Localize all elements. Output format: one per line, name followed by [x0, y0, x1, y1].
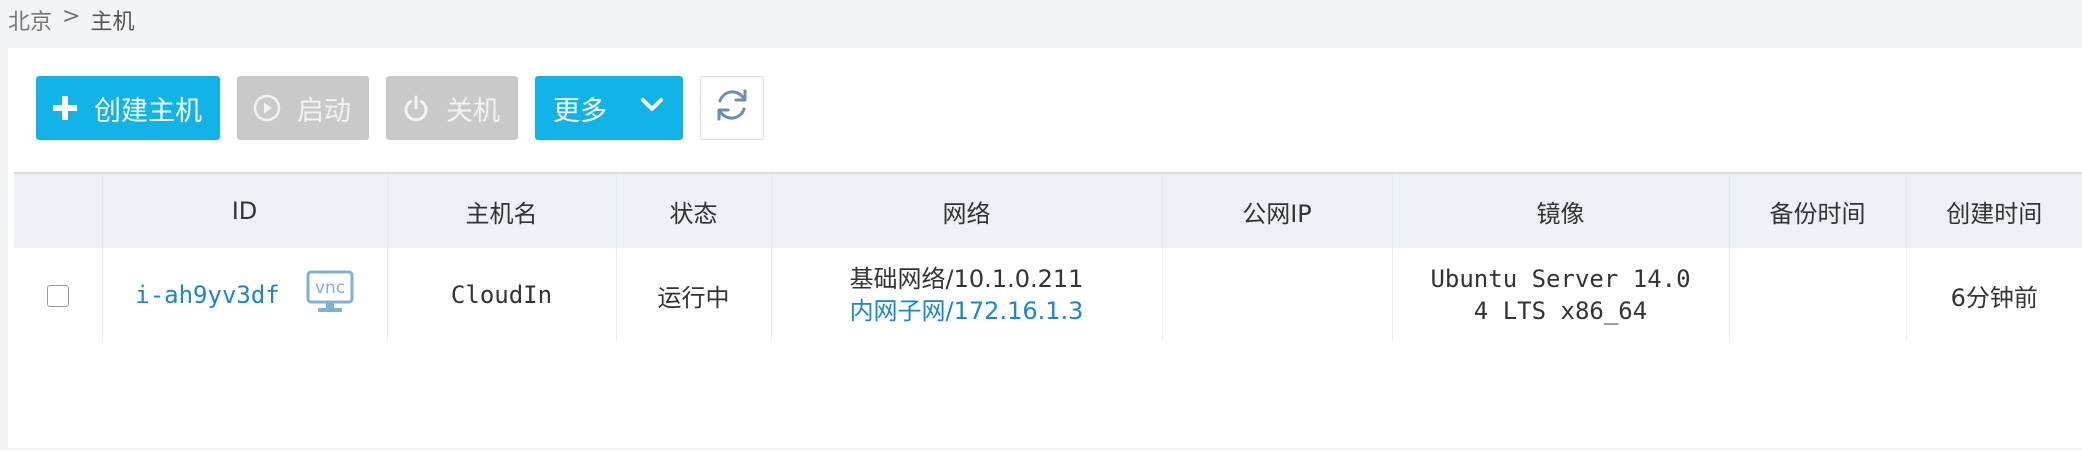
hosts-table: ID 主机名 状态 网络 公网IP 镜像 备份时间 创建时间 i-ah9yv3d…: [14, 172, 2082, 342]
chevron-down-icon: [639, 92, 665, 125]
toolbar: 创建主机 启动 关机 更多: [36, 76, 764, 140]
image-line2: 4 LTS x86_64: [1473, 297, 1648, 325]
header-created-time[interactable]: 创建时间: [1905, 173, 2082, 248]
id-cell: i-ah9yv3df vnc: [101, 248, 387, 342]
image-cell: Ubuntu Server 14.0 4 LTS x86_64: [1391, 248, 1729, 342]
create-host-button[interactable]: 创建主机: [36, 76, 220, 140]
header-id[interactable]: ID: [101, 173, 387, 248]
vnc-icon-label: vnc: [315, 278, 345, 298]
header-image[interactable]: 镜像: [1391, 173, 1729, 248]
network-basic: 基础网络/10.1.0.211: [849, 265, 1084, 293]
power-icon: [402, 94, 430, 122]
table-header-row: ID 主机名 状态 网络 公网IP 镜像 备份时间 创建时间: [14, 173, 2082, 248]
start-label: 启动: [297, 95, 351, 127]
breadcrumb-region[interactable]: 北京: [8, 4, 52, 36]
create-host-label: 创建主机: [94, 95, 202, 127]
refresh-icon: [712, 85, 752, 132]
image-line1: Ubuntu Server 14.0: [1430, 265, 1691, 293]
row-select-cell: [14, 248, 102, 342]
network-private-link[interactable]: 内网子网/172.16.1.3: [773, 295, 1161, 327]
header-network[interactable]: 网络: [770, 173, 1162, 248]
refresh-button[interactable]: [700, 76, 764, 140]
hosts-panel: 创建主机 启动 关机 更多 ID 主机名 状态 网络 公网IP 镜像 备份时间 …: [8, 48, 2082, 448]
network-cell: 基础网络/10.1.0.211 内网子网/172.16.1.3: [770, 248, 1162, 342]
row-checkbox[interactable]: [46, 285, 69, 307]
breadcrumb-current: 主机: [90, 10, 135, 35]
vnc-console-icon[interactable]: vnc: [306, 270, 354, 320]
plus-icon: [52, 95, 78, 121]
breadcrumb-separator: >: [62, 4, 81, 29]
header-hostname[interactable]: 主机名: [386, 173, 616, 248]
header-backup-time[interactable]: 备份时间: [1728, 173, 1906, 248]
header-public-ip[interactable]: 公网IP: [1161, 173, 1392, 248]
shutdown-label: 关机: [446, 95, 500, 127]
start-button[interactable]: 启动: [237, 76, 369, 140]
status-cell: 运行中: [615, 248, 771, 342]
table-row[interactable]: i-ah9yv3df vnc CloudIn 运行中 基础网络/10.1.0.2…: [14, 248, 2082, 342]
header-status[interactable]: 状态: [615, 173, 771, 248]
header-select: [14, 173, 102, 248]
shutdown-button[interactable]: 关机: [386, 76, 518, 140]
backup-time-cell: [1728, 248, 1906, 342]
more-dropdown-button[interactable]: 更多: [535, 76, 683, 140]
instance-id-link[interactable]: i-ah9yv3df: [135, 281, 280, 309]
created-time-cell: 6分钟前: [1905, 248, 2082, 342]
public-ip-cell: [1161, 248, 1392, 342]
hostname-cell: CloudIn: [386, 248, 616, 342]
breadcrumb: 北京 > 主机: [8, 4, 134, 36]
more-label: 更多: [553, 95, 607, 127]
play-circle-icon: [253, 94, 281, 122]
